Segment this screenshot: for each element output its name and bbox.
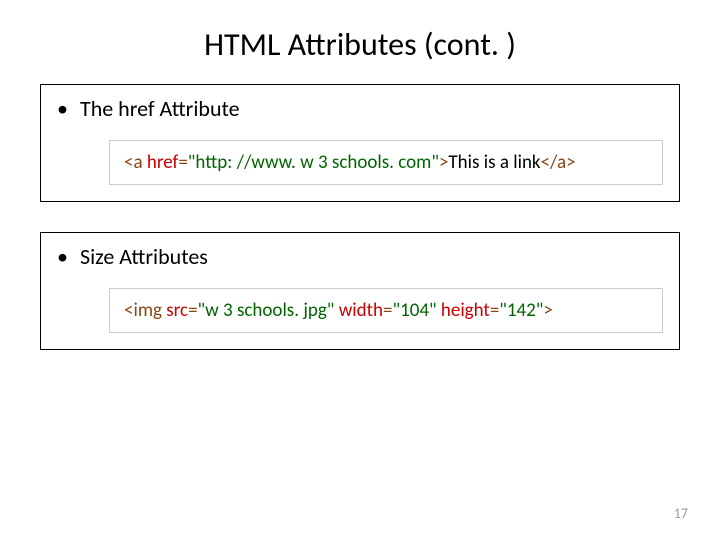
code-token: > [439,151,448,174]
code-token: "142" [499,299,543,322]
slide-title: HTML Attributes (cont. ) [40,25,680,64]
code-token: src [166,299,188,322]
code-href: <a href="http: //www. w 3 schools. com">… [109,140,663,185]
code-token: > [543,299,552,322]
code-token: </ [541,151,557,174]
code-token: a [557,151,566,174]
code-token: = [490,299,499,322]
code-token: img [133,299,161,322]
section-href: • The href Attribute <a href="http: //www… [40,84,680,202]
page-number: 17 [674,505,688,522]
code-token: "w 3 schools. jpg" [198,299,335,322]
heading-size: Size Attributes [80,243,208,270]
code-token: "http: //www. w 3 schools. com" [188,151,439,174]
code-size: <img src="w 3 schools. jpg" width="104" … [109,288,663,333]
bullet-icon: • [57,95,68,122]
code-token: = [188,299,197,322]
code-token: This is a link [448,151,540,174]
bullet-size: • Size Attributes [57,243,663,270]
code-token: > [566,151,575,174]
code-token: width [339,299,383,322]
code-token: = [178,151,187,174]
section-size: •Size Attributes <img src="w 3 schools. … [40,232,680,350]
code-token: href [147,151,178,174]
code-token: a [133,151,142,174]
heading-href: The href Attribute [80,95,240,122]
code-token: "104" [392,299,436,322]
bullet-href: • The href Attribute [57,95,663,122]
bullet-icon: • [57,243,68,270]
code-token: height [441,299,490,322]
